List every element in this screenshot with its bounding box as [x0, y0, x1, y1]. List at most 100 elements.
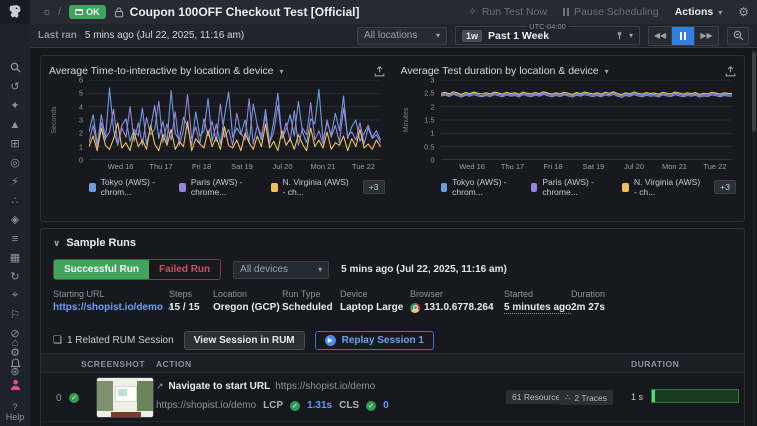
help-entry[interactable]: ? Help: [6, 402, 25, 422]
devices-filter-value: All devices: [240, 264, 288, 275]
browser-test-icon: [75, 9, 83, 15]
rum-icon[interactable]: ▦: [4, 250, 26, 265]
lcp-value[interactable]: 1.31s: [307, 400, 332, 411]
time-range-picker[interactable]: UTC-04:00 1w Past 1 Week ▾: [455, 26, 640, 45]
starting-url-link[interactable]: https://shopist.io/demo: [53, 302, 163, 313]
y-tick-label: 1: [79, 142, 83, 151]
user-profile-icon[interactable]: [4, 377, 26, 392]
zoom-out-button[interactable]: [727, 27, 749, 45]
detail-label: Duration: [571, 289, 605, 299]
replay-session-label: Replay Session 1: [342, 335, 424, 346]
apm-icon[interactable]: ∴: [4, 193, 26, 208]
theme-toggle-icon[interactable]: ☼: [42, 6, 52, 18]
y-tick-label: 6: [79, 76, 83, 85]
actions-menu-button[interactable]: Actions ▾: [675, 6, 723, 18]
notifications-bell-icon[interactable]: [4, 356, 26, 371]
vertical-scrollbar[interactable]: [752, 50, 756, 426]
watchdog-icon[interactable]: ✦: [4, 98, 26, 113]
actions-label: Actions: [675, 6, 714, 18]
page-title: Coupon 100OFF Checkout Test [Official]: [130, 5, 360, 19]
security-icon[interactable]: ◈: [4, 212, 26, 227]
live-pause-button[interactable]: [672, 27, 695, 45]
legend-item[interactable]: Paris (AWS) - chrome...: [179, 177, 257, 197]
rum-session-icon: ❏: [53, 335, 62, 346]
chevron-down-icon[interactable]: ▾: [629, 31, 633, 40]
traces-badge[interactable]: ∴2 Traces: [559, 390, 613, 405]
locations-filter-value: All locations: [364, 30, 417, 41]
failed-run-tab[interactable]: Failed Run: [149, 260, 220, 279]
filters-toolbar: Last ran 5 mins ago (Jul 22, 2025, 11:16…: [30, 24, 757, 48]
detail-starting-url: Starting URL https://shopist.io/demo↗: [53, 289, 174, 313]
scrollbar-thumb[interactable]: [752, 52, 756, 132]
view-session-in-rum-button[interactable]: View Session in RUM: [184, 331, 305, 350]
step-screenshot-thumbnail[interactable]: [96, 377, 154, 418]
app-sidebar: ↺ ✦ ▲ ⊞ ◎ ⚡ ∴ ◈ ≡ ▦ ↻ ⌖ ⚐ ⊘ ⚙ ⊛ ⌂: [0, 0, 30, 426]
pin-icon[interactable]: [615, 31, 624, 40]
x-tick-label: Fri 18: [192, 162, 211, 171]
legend-swatch: [622, 183, 629, 192]
run-test-label: Run Test Now: [482, 6, 547, 18]
step-table-row[interactable]: 0 ✓ ↗ Navigate to start URL https://shop…: [41, 373, 744, 422]
x-tick-label: Thu 17: [149, 162, 172, 171]
legend-swatch: [271, 183, 278, 192]
y-tick-label: 2: [430, 102, 434, 111]
time-backward-button[interactable]: ◀◀: [649, 27, 672, 45]
cls-value[interactable]: 0: [383, 400, 389, 411]
charts-panel: Average Time-to-interactive by location …: [40, 55, 745, 222]
duration-plot-area[interactable]: Minutes 00.511.522.53: [441, 80, 733, 160]
successful-run-tab[interactable]: Successful Run: [54, 260, 149, 279]
x-tick-label: Wed 16: [108, 162, 134, 171]
started-ago-value[interactable]: 5 minutes ago: [504, 302, 571, 314]
synthetics-icon[interactable]: ⌖: [4, 288, 26, 303]
recent-history-icon[interactable]: ↺: [4, 79, 26, 94]
run-result-segmented-control: Successful Run Failed Run: [53, 259, 221, 280]
run-test-now-button[interactable]: ✧ Run Test Now: [468, 6, 547, 18]
datadog-logo[interactable]: [0, 0, 30, 24]
chevron-down-icon[interactable]: ▾: [605, 67, 609, 76]
locations-filter-select[interactable]: All locations ▾: [357, 27, 447, 45]
action-title: Navigate to start URL: [169, 381, 271, 392]
serverless-icon[interactable]: ⚡: [4, 174, 26, 189]
legend-item[interactable]: Paris (AWS) - chrome...: [531, 177, 609, 197]
help-label: Help: [6, 412, 25, 422]
infrastructure-icon[interactable]: ⊞: [4, 136, 26, 151]
legend-item[interactable]: N. Virginia (AWS) - ch...: [271, 177, 349, 197]
legend-item[interactable]: Tokyo (AWS) - chrom...: [441, 177, 517, 197]
legend-item[interactable]: N. Virginia (AWS) - ch...: [622, 177, 700, 197]
legend-more-badge[interactable]: +3: [363, 180, 385, 194]
ci-cd-icon[interactable]: ↻: [4, 269, 26, 284]
traces-label: 2 Traces: [574, 393, 607, 403]
monitors-icon[interactable]: ⚐: [4, 307, 26, 322]
last-ran-label: Last ran: [38, 30, 77, 41]
settings-gear-icon[interactable]: ⚙: [738, 5, 749, 19]
export-chart-icon[interactable]: [374, 66, 385, 77]
time-forward-button[interactable]: ▶▶: [695, 27, 718, 45]
pause-scheduling-button[interactable]: Pause Scheduling: [563, 6, 659, 18]
x-tick-label: Tue 22: [352, 162, 375, 171]
replay-session-button[interactable]: ▶ Replay Session 1: [315, 331, 434, 350]
detail-value: Laptop Large: [340, 302, 403, 313]
organization-icon[interactable]: ⌂: [4, 335, 26, 350]
logs-icon[interactable]: ≡: [4, 231, 26, 246]
step-duration-bar: [651, 389, 739, 403]
legend-more-badge[interactable]: +3: [714, 180, 736, 194]
export-chart-icon[interactable]: [725, 66, 736, 77]
duration-chart: Average Test duration by location & devi…: [393, 56, 745, 221]
x-tick-label: Mon 21: [662, 162, 687, 171]
detail-label: Device: [340, 289, 403, 299]
toolbar-right: All locations ▾ UTC-04:00 1w Past 1 Week…: [357, 26, 749, 46]
x-tick-label: Mon 21: [310, 162, 335, 171]
chevron-down-icon[interactable]: ▾: [280, 67, 284, 76]
metrics-icon[interactable]: ▲: [4, 117, 26, 132]
network-icon[interactable]: ◎: [4, 155, 26, 170]
legend-item[interactable]: Tokyo (AWS) - chrom...: [89, 177, 165, 197]
detail-location: Location Oregon (GCP): [213, 289, 280, 313]
chevron-down-icon: ▾: [318, 265, 322, 274]
status-badge-label: OK: [86, 7, 100, 17]
devices-filter-select[interactable]: All devices ▾: [233, 261, 329, 279]
detail-label: Browser: [410, 289, 494, 299]
detail-value: Scheduled: [282, 302, 333, 313]
collapse-chevron-icon[interactable]: ∨: [53, 238, 60, 249]
tti-plot-area[interactable]: Seconds 0123456: [89, 80, 381, 160]
search-icon[interactable]: [4, 60, 26, 75]
